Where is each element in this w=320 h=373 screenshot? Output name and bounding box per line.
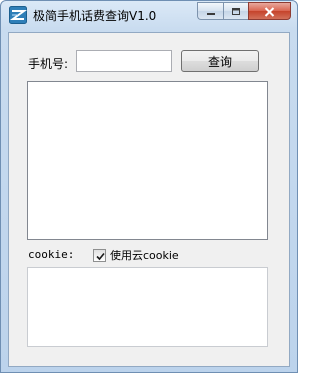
- cookie-label: cookie:: [28, 248, 75, 261]
- use-cloud-cookie-label: 使用云cookie: [110, 249, 179, 262]
- maximize-button[interactable]: [223, 2, 248, 20]
- close-button[interactable]: [248, 2, 291, 20]
- app-window: 极简手机话费查询V1.0 手机号: 查询 cookie: 使用云cookie: [0, 0, 298, 373]
- client-area: 手机号: 查询 cookie: 使用云cookie: [8, 32, 290, 367]
- caption-buttons: [197, 2, 291, 20]
- checkbox-checked-icon[interactable]: [93, 248, 106, 262]
- minimize-icon: [206, 2, 216, 21]
- phone-label: 手机号:: [28, 57, 69, 71]
- use-cloud-cookie-checkbox[interactable]: 使用云cookie: [93, 247, 179, 263]
- cookie-textarea[interactable]: [27, 267, 268, 347]
- title-bar[interactable]: 极简手机话费查询V1.0: [1, 1, 297, 27]
- close-icon: [264, 2, 275, 21]
- query-button[interactable]: 查询: [181, 50, 259, 72]
- window-title: 极简手机话费查询V1.0: [33, 9, 157, 23]
- maximize-icon: [231, 2, 241, 21]
- result-textarea[interactable]: [27, 81, 268, 240]
- minimize-button[interactable]: [197, 2, 223, 20]
- phone-input[interactable]: [76, 50, 172, 72]
- app-logo-icon: [9, 6, 28, 24]
